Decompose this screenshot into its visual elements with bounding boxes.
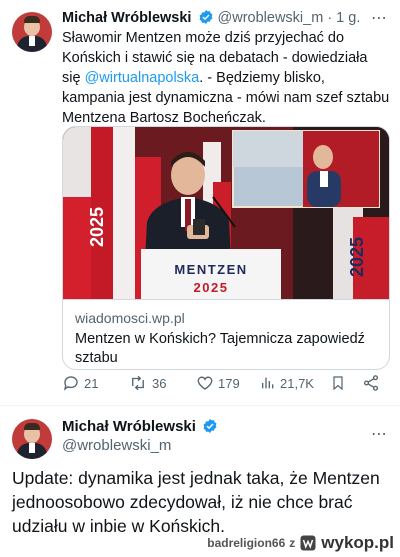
reply-button[interactable]: 21 (62, 374, 98, 392)
more-options-icon[interactable]: ⋯ (371, 8, 388, 28)
watermark-site: wykop.pl (321, 533, 394, 552)
author-name[interactable]: Michał Wróblewski (62, 10, 191, 26)
card-photo: 2025 2025 MENTZEN 2025 (63, 127, 389, 299)
author-avatar-2[interactable] (12, 419, 52, 459)
repost-count: 36 (152, 375, 167, 391)
tweet-2-header: Michał Wróblewski (62, 418, 218, 435)
watermark-user: badreligion66 (207, 536, 286, 550)
lectern-sign-text: MENTZEN (174, 262, 247, 277)
tweet-2-text: Update: dynamika jest jednak taka, że Me… (12, 468, 380, 536)
card-image[interactable]: 2025 2025 MENTZEN 2025 (63, 127, 389, 299)
reply-icon (63, 376, 78, 391)
card-info[interactable]: wiadomosci.wp.pl Mentzen w Końskich? Taj… (63, 299, 389, 369)
verified-badge-icon-2 (203, 419, 217, 433)
link-card[interactable]: 2025 2025 MENTZEN 2025 wiadomosci.wp.pl … (62, 126, 390, 370)
author-handle-2[interactable]: @wroblewski_m (62, 437, 171, 454)
views-button[interactable]: 21,7K (260, 374, 314, 392)
repost-button[interactable]: 36 (128, 374, 166, 392)
wykop-logo-icon (300, 535, 316, 551)
heart-icon (197, 376, 213, 390)
bookmark-icon (333, 376, 343, 391)
more-options-icon-2[interactable]: ⋯ (371, 424, 388, 444)
author-avatar[interactable] (12, 12, 52, 52)
tweet-text: Sławomir Mentzen może dziś przyjechać do… (62, 30, 390, 126)
mention-link[interactable]: @wirtualnapolska (85, 70, 200, 86)
lectern-sign-year: 2025 (194, 280, 229, 295)
like-count: 179 (218, 375, 240, 391)
bookmark-button[interactable] (330, 374, 346, 392)
views-chart-icon (262, 377, 274, 389)
card-title: Mentzen w Końskich? Tajemnicza zapowiedź… (75, 331, 365, 366)
share-icon (363, 375, 379, 391)
tweet-header: Michał Wróblewski @wroblewski_m · 1 g. (62, 9, 360, 26)
tweet-actions: 21 36 179 21,7K (62, 374, 388, 400)
tweet-1: Michał Wróblewski @wroblewski_m · 1 g. ⋯… (0, 0, 400, 405)
svg-text:2025: 2025 (87, 207, 107, 247)
repost-icon (132, 375, 144, 391)
watermark-sep: z (289, 536, 296, 550)
views-count: 21,7K (280, 375, 314, 391)
author-handle-time[interactable]: @wroblewski_m · 1 g. (218, 10, 361, 26)
like-button[interactable]: 179 (196, 374, 240, 392)
verified-badge-icon (199, 10, 212, 24)
svg-text:2025: 2025 (347, 237, 367, 277)
reply-count: 21 (84, 375, 99, 391)
wykop-watermark: badreligion66 z wykop.pl (207, 532, 394, 554)
share-button[interactable] (362, 374, 380, 392)
tweet-divider (0, 405, 400, 406)
author-name-2[interactable]: Michał Wróblewski (62, 418, 196, 435)
card-domain: wiadomosci.wp.pl (75, 310, 185, 326)
